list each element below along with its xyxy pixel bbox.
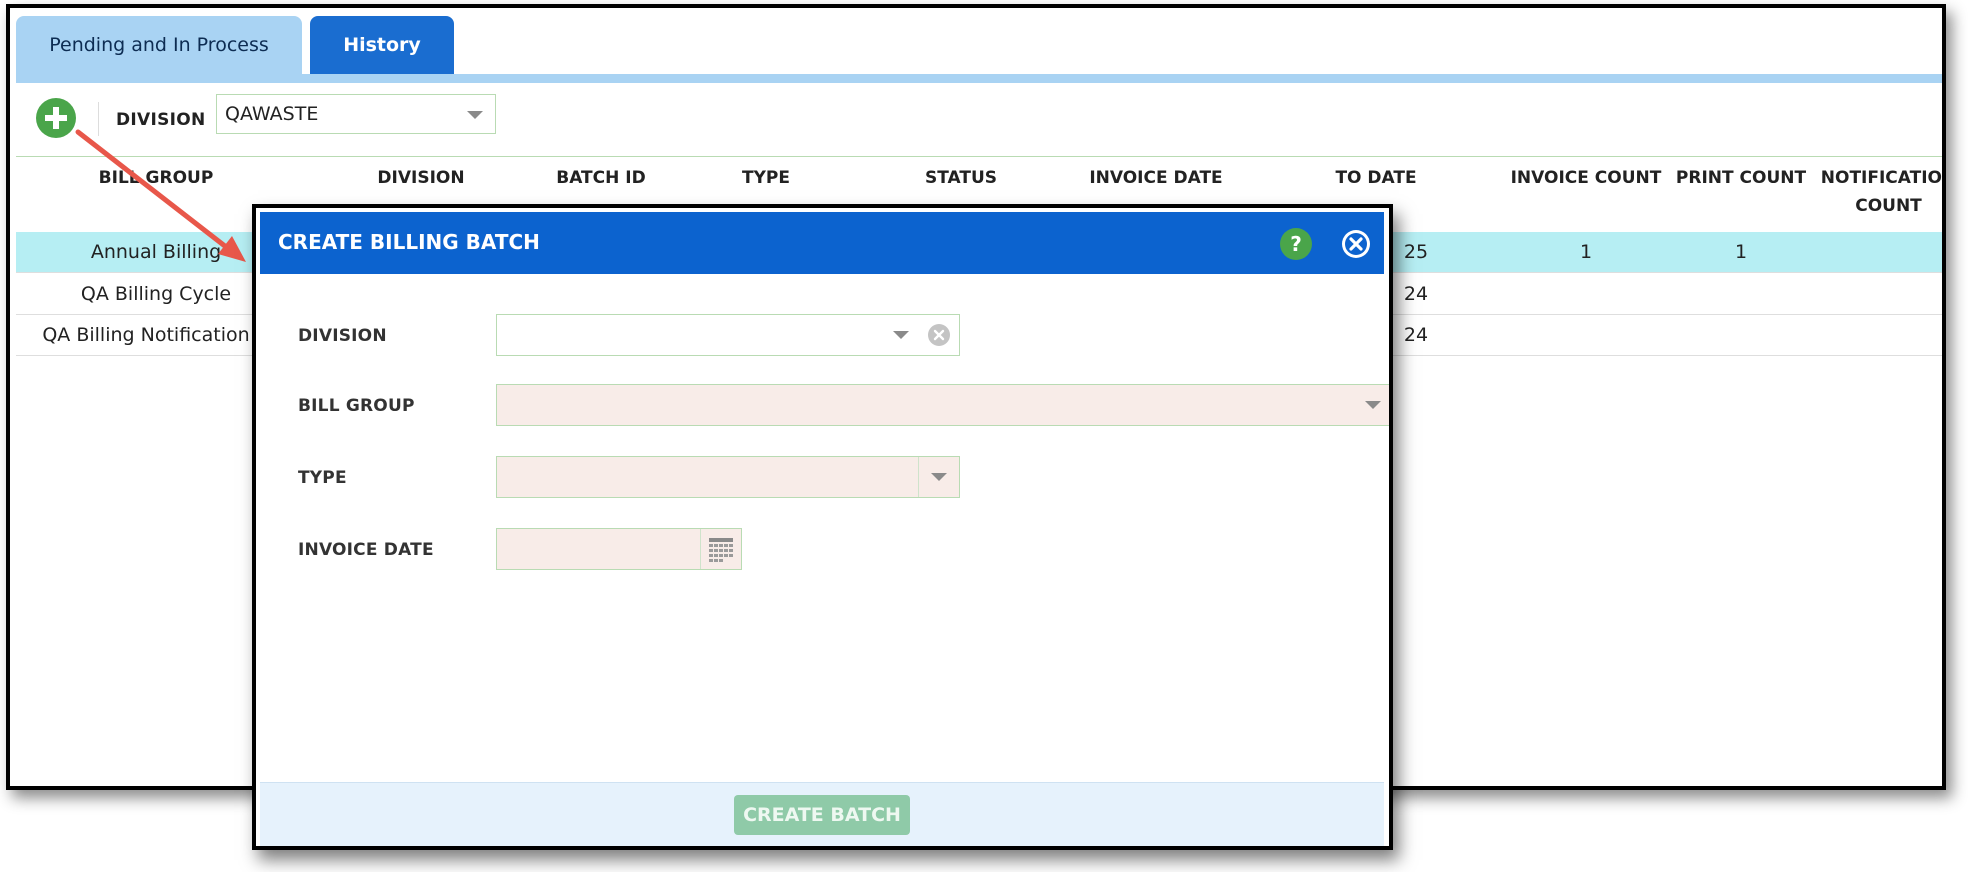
help-icon[interactable]: ?: [1280, 228, 1312, 260]
tab-pending-in-process[interactable]: Pending and In Process: [16, 16, 302, 74]
col-bill-group[interactable]: BILL GROUP: [56, 164, 256, 192]
chevron-down-icon: [931, 473, 947, 481]
cell-to-date: 24: [1403, 324, 1429, 346]
cell-to-date: 24: [1403, 283, 1429, 305]
dialog-title: CREATE BILLING BATCH: [278, 230, 540, 254]
division-filter-value: QAWASTE: [225, 103, 319, 125]
invoice-date-label: INVOICE DATE: [298, 540, 434, 560]
cell-bill-group: Annual Billing: [90, 241, 222, 263]
cell-bill-group: QA Billing Cycle: [80, 283, 232, 305]
cell-print-count: 1: [1734, 241, 1748, 263]
toolbar: DIVISION QAWASTE: [30, 94, 630, 144]
cell-to-date: 25: [1403, 241, 1429, 263]
dialog-header: CREATE BILLING BATCH ?: [260, 212, 1384, 274]
toolbar-divider: [98, 102, 99, 136]
type-select-separator: [918, 457, 919, 497]
clear-circle-icon[interactable]: [927, 323, 951, 347]
type-select[interactable]: [496, 456, 960, 498]
col-invoice-count[interactable]: INVOICE COUNT: [1496, 164, 1676, 192]
col-status[interactable]: STATUS: [886, 164, 1036, 192]
col-invoice-date[interactable]: INVOICE DATE: [1056, 164, 1256, 192]
division-filter-label: DIVISION: [116, 110, 206, 130]
tab-strip: [16, 74, 1942, 83]
calendar-icon[interactable]: [707, 535, 735, 563]
col-batch-id[interactable]: BATCH ID: [516, 164, 686, 192]
col-type[interactable]: TYPE: [706, 164, 826, 192]
create-billing-batch-dialog: CREATE BILLING BATCH ? DIVISION BILL GRO…: [252, 204, 1393, 850]
bill-group-select[interactable]: [496, 384, 1389, 426]
plus-icon: [45, 107, 67, 129]
chevron-down-icon: [467, 111, 483, 119]
chevron-down-icon: [893, 331, 909, 339]
invoice-date-separator: [700, 529, 701, 569]
bill-group-label: BILL GROUP: [298, 396, 415, 416]
col-notification-count-line1: NOTIFICATION: [1820, 168, 1946, 188]
create-batch-button[interactable]: CREATE BATCH: [734, 795, 910, 835]
division-label: DIVISION: [298, 326, 387, 346]
col-division[interactable]: DIVISION: [346, 164, 496, 192]
division-select[interactable]: [496, 314, 960, 356]
cell-invoice-count: 1: [1579, 241, 1593, 263]
col-to-date[interactable]: TO DATE: [1296, 164, 1456, 192]
col-notification-count[interactable]: NOTIFICATION COUNT: [1816, 164, 1946, 220]
close-circle-icon[interactable]: [1340, 228, 1372, 260]
col-notification-count-line2: COUNT: [1855, 196, 1922, 216]
tab-history[interactable]: History: [310, 16, 454, 74]
dialog-footer: CREATE BATCH: [260, 782, 1384, 846]
type-label: TYPE: [298, 468, 347, 488]
division-filter-select[interactable]: QAWASTE: [216, 94, 496, 134]
invoice-date-input[interactable]: [496, 528, 742, 570]
cell-bill-group: QA Billing Notification: [42, 324, 250, 346]
add-batch-button[interactable]: [36, 98, 76, 138]
col-print-count[interactable]: PRINT COUNT: [1666, 164, 1816, 192]
chevron-down-icon: [1365, 401, 1381, 409]
grid-divider: [16, 156, 1942, 157]
